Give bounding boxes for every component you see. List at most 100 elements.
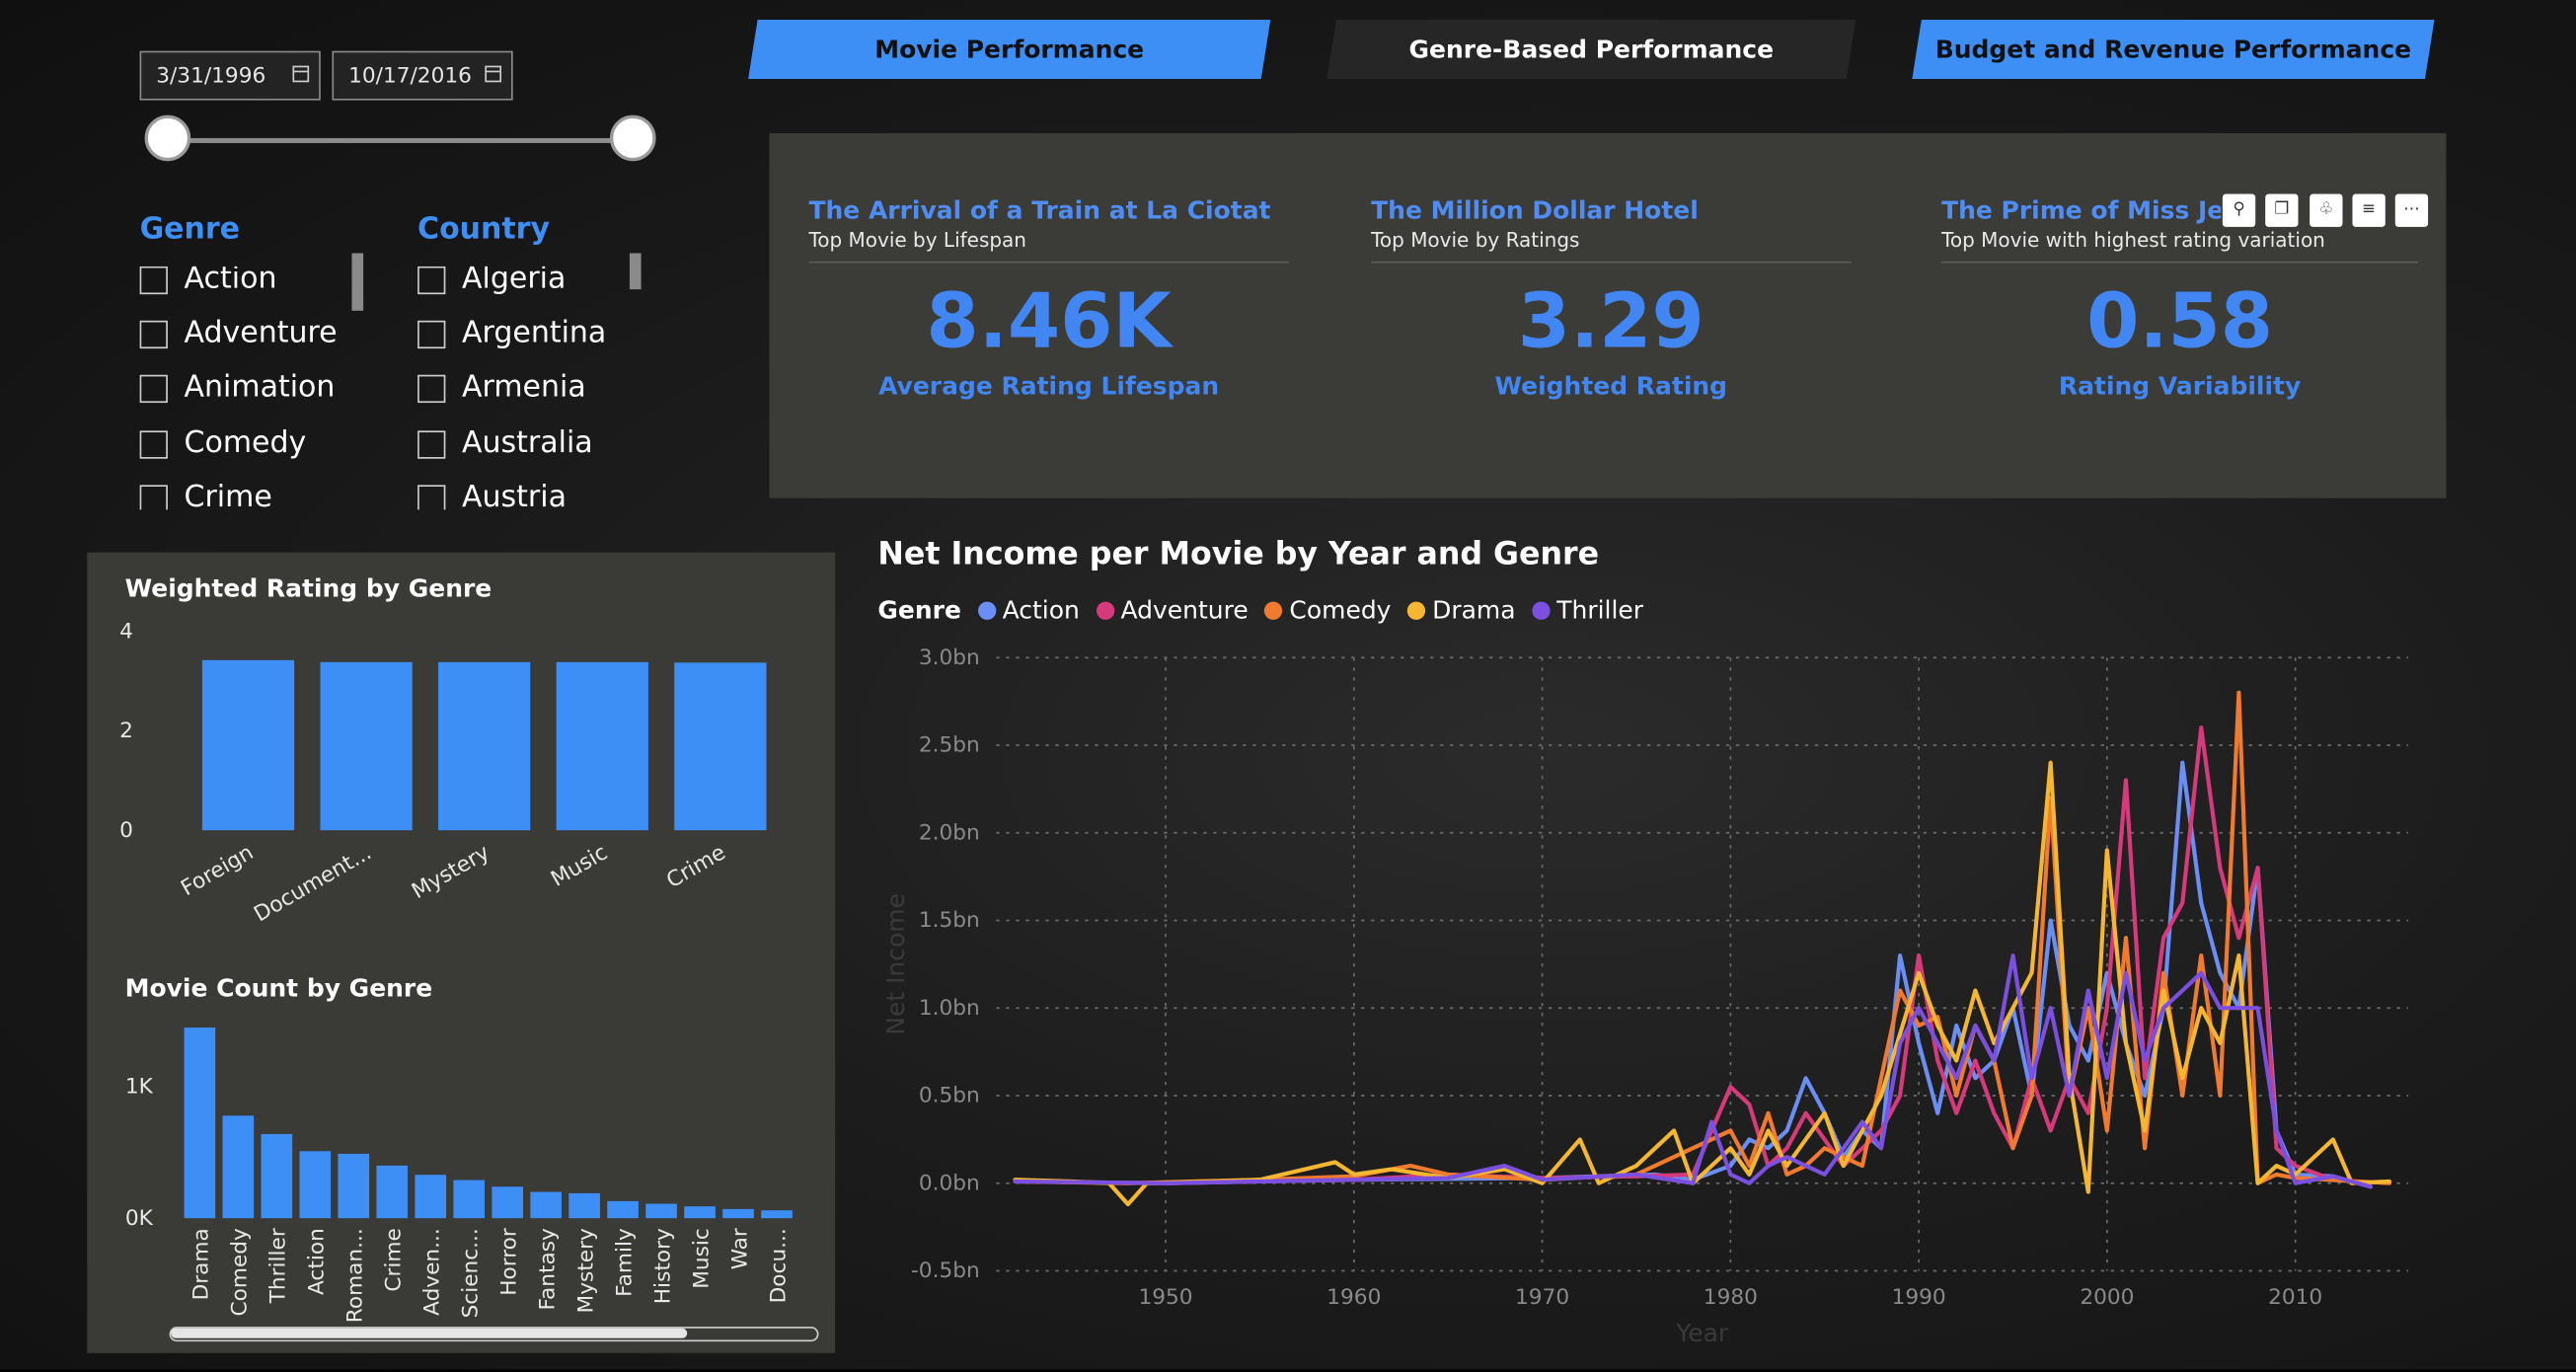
bar-war bbox=[722, 1208, 754, 1219]
bar-action bbox=[299, 1151, 332, 1219]
kpi-label: Rating Variability bbox=[2058, 371, 2302, 402]
genre-charts-panel: Weighted Rating by Genre 0 2 4 Foreign Docum… bbox=[87, 552, 836, 1353]
bar-thriller bbox=[261, 1133, 293, 1219]
checkbox[interactable] bbox=[417, 430, 446, 459]
x-tick-label: Crime bbox=[382, 1228, 407, 1291]
y-tick-label: 3.0bn bbox=[919, 646, 980, 670]
checkbox[interactable] bbox=[417, 485, 446, 510]
legend-item-action[interactable]: Action bbox=[977, 595, 1080, 625]
x-tick-label: Scienc... bbox=[459, 1228, 484, 1318]
bar-mystery bbox=[438, 661, 531, 831]
end-date-input[interactable]: 10/17/2016 bbox=[332, 50, 513, 101]
checkbox[interactable] bbox=[139, 374, 168, 404]
bar-music bbox=[684, 1206, 716, 1219]
kpi-subtitle: Top Movie by Ratings bbox=[1371, 229, 1852, 264]
legend-item-comedy[interactable]: Comedy bbox=[1264, 595, 1391, 625]
checkbox[interactable] bbox=[417, 266, 446, 295]
x-tick-label: Music bbox=[689, 1228, 714, 1289]
bar-scienc bbox=[453, 1180, 486, 1219]
tab-movie-performance[interactable]: Movie Performance bbox=[748, 19, 1271, 79]
bar-document bbox=[320, 661, 413, 831]
bar-foreign bbox=[201, 659, 295, 831]
legend-marker bbox=[1264, 600, 1283, 620]
dashboard-canvas: 3/31/1996 10/17/2016 Genre Action Advent… bbox=[0, 0, 2576, 1370]
chart-legend: Genre Action Adventure Comedy Drama Thri… bbox=[877, 595, 1643, 625]
bar-crime bbox=[376, 1165, 409, 1219]
more-icon[interactable]: ⋯ bbox=[2394, 193, 2429, 227]
kpi-value: 0.58 bbox=[2086, 275, 2274, 365]
checkbox[interactable] bbox=[139, 430, 168, 459]
checkbox[interactable] bbox=[139, 266, 168, 295]
bar-fantasy bbox=[530, 1191, 562, 1219]
x-tick-label: Drama bbox=[189, 1228, 214, 1300]
kpi-card-lifespan: The Arrival of a Train at La Ciotat Top … bbox=[808, 195, 1289, 402]
kpi-label: Weighted Rating bbox=[1494, 371, 1728, 402]
kpi-title: The Prime of Miss Jean Brodie bbox=[1941, 195, 2221, 226]
tab-label: Budget and Revenue Performance bbox=[1934, 34, 2412, 64]
copy-icon[interactable]: ❐ bbox=[2265, 193, 2299, 227]
tab-genre-based-performance[interactable]: Genre-Based Performance bbox=[1326, 19, 1856, 79]
kpi-subtitle: Top Movie by Lifespan bbox=[808, 229, 1289, 264]
tab-label: Genre-Based Performance bbox=[1408, 34, 1775, 64]
movie-count-chart-title: Movie Count by Genre bbox=[124, 973, 433, 1004]
legend-item-drama[interactable]: Drama bbox=[1407, 595, 1516, 625]
y-tick-label: 2.0bn bbox=[919, 820, 980, 845]
x-tick-label: 1980 bbox=[1704, 1285, 1758, 1310]
pin-icon[interactable]: ⚲ bbox=[2222, 193, 2256, 227]
date-slider-start-handle[interactable] bbox=[144, 114, 191, 162]
country-filter-list: Algeria Argentina Armenia Australia Aust… bbox=[417, 266, 632, 510]
bar-docu bbox=[761, 1210, 793, 1219]
series-line-adventure bbox=[1013, 725, 2335, 1185]
legend-marker bbox=[977, 600, 996, 620]
y-tick-label: 0K bbox=[125, 1206, 154, 1231]
x-tick-label: Music bbox=[547, 840, 612, 891]
horizontal-scrollbar-track[interactable] bbox=[169, 1327, 819, 1342]
x-tick-label: Comedy bbox=[228, 1228, 253, 1316]
date-slider-end-handle[interactable] bbox=[609, 114, 656, 162]
checkbox[interactable] bbox=[139, 320, 168, 349]
y-tick-label: 1.0bn bbox=[919, 996, 980, 1021]
calendar-icon[interactable] bbox=[292, 65, 310, 83]
net-income-chart-title: Net Income per Movie by Year and Genre bbox=[877, 535, 1600, 572]
genre-filter-title: Genre bbox=[139, 211, 240, 247]
date-slider-track[interactable] bbox=[166, 137, 635, 143]
weighted-rating-bar-chart: 0 2 4 ForeignDocument... Mystery Music Crime bbox=[119, 619, 767, 927]
x-tick-label: Thriller bbox=[266, 1228, 291, 1304]
calendar-icon[interactable] bbox=[485, 65, 502, 83]
filter-icon[interactable]: ≡ bbox=[2352, 193, 2386, 227]
bar-family bbox=[607, 1200, 639, 1219]
checkbox[interactable] bbox=[417, 320, 446, 349]
legend-item-thriller[interactable]: Thriller bbox=[1532, 595, 1643, 625]
country-list-scrollbar[interactable] bbox=[629, 253, 642, 290]
x-tick-label: Horror bbox=[496, 1228, 521, 1296]
x-tick-label: 2010 bbox=[2268, 1285, 2322, 1310]
bell-icon[interactable]: ♧ bbox=[2310, 193, 2343, 227]
legend-item-adventure[interactable]: Adventure bbox=[1096, 595, 1249, 625]
genre-list-scrollbar[interactable] bbox=[351, 253, 364, 311]
horizontal-scrollbar-thumb[interactable] bbox=[171, 1328, 688, 1338]
legend-title: Genre bbox=[877, 594, 961, 625]
country-filter-title: Country bbox=[417, 211, 551, 247]
y-tick-label: 0.0bn bbox=[919, 1171, 980, 1195]
tab-label: Movie Performance bbox=[874, 34, 1145, 64]
checkbox[interactable] bbox=[417, 374, 446, 404]
kpi-label: Average Rating Lifespan bbox=[878, 371, 1220, 402]
x-tick-label: 1990 bbox=[1892, 1285, 1946, 1310]
bar-mystery bbox=[568, 1192, 600, 1219]
bar-adven bbox=[415, 1175, 447, 1219]
y-tick-label: 1K bbox=[125, 1075, 154, 1100]
bar-comedy bbox=[222, 1115, 255, 1219]
bar-music bbox=[556, 661, 648, 831]
x-tick-label: 1960 bbox=[1326, 1285, 1381, 1310]
start-date-value: 3/31/1996 bbox=[156, 63, 266, 89]
bar-history bbox=[645, 1203, 677, 1219]
start-date-input[interactable]: 3/31/1996 bbox=[139, 50, 321, 101]
movie-count-bar-chart: 0K 1K Drama Comedy Thriller Action Roman... Cri… bbox=[125, 1028, 793, 1323]
x-tick-label: Crime bbox=[662, 840, 729, 893]
kpi-card-rating-variability: The Prime of Miss Jean Brodie Top Movie … bbox=[1941, 195, 2419, 402]
tab-budget-revenue-performance[interactable]: Budget and Revenue Performance bbox=[1912, 19, 2435, 79]
y-axis-title: Net Income bbox=[881, 893, 910, 1035]
x-tick-label: Adven... bbox=[420, 1228, 445, 1316]
checkbox[interactable] bbox=[139, 485, 168, 510]
x-tick-label: Action bbox=[305, 1228, 330, 1295]
